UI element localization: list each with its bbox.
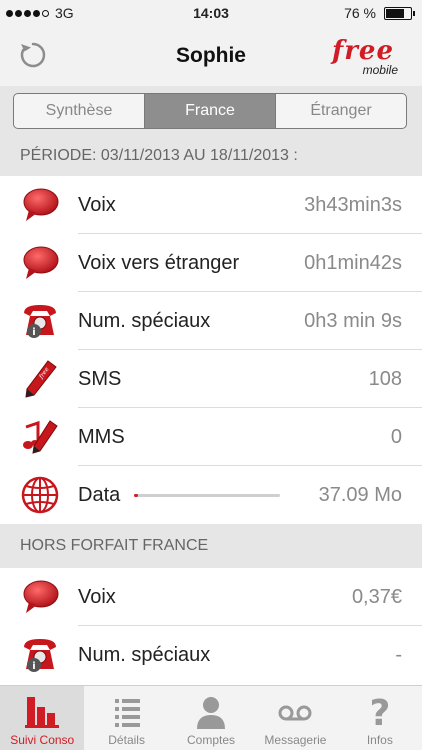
segment-etranger[interactable]: Étranger — [276, 94, 406, 128]
list-icon — [114, 699, 140, 727]
free-mobile-logo: free mobile — [318, 36, 398, 77]
usage-label: SMS — [78, 367, 122, 390]
usage-label: Num. spéciaux — [78, 643, 211, 666]
usage-row-data[interactable]: Data 37.09 Mo — [0, 466, 422, 524]
usage-value: 0h3 min 9s — [304, 309, 402, 332]
tab-suivi-conso[interactable]: Suivi Conso — [0, 686, 85, 750]
usage-label: MMS — [78, 425, 125, 448]
hors-forfait-header: HORS FORFAIT FRANCE — [0, 524, 422, 568]
tab-label: Suivi Conso — [10, 733, 75, 747]
logo-free-text: free — [332, 36, 394, 66]
hors-forfait-label: HORS FORFAIT FRANCE — [20, 537, 209, 554]
segment-france[interactable]: France — [145, 94, 276, 128]
data-usage-progress-bar — [134, 493, 280, 497]
usage-label: Voix — [78, 585, 116, 608]
usage-value: 37.09 Mo — [318, 483, 402, 506]
usage-value: 0,37€ — [351, 585, 402, 608]
status-bar: 3G 14:03 76 % — [0, 0, 422, 26]
hors-forfait-row-voix[interactable]: Voix 0,37€ — [0, 568, 422, 626]
hors-forfait-row-num-speciaux[interactable]: i Num. spéciaux - — [0, 626, 422, 684]
usage-value: 0h1min42s — [304, 251, 402, 274]
music-note-pen-icon — [23, 420, 58, 454]
usage-row-voix[interactable]: Voix 3h43min3s — [0, 176, 422, 234]
tab-details[interactable]: Détails — [84, 686, 168, 750]
usage-value: 3h43min3s — [304, 193, 402, 216]
usage-label: Voix — [78, 193, 116, 216]
usage-row-mms[interactable]: MMS 0 — [0, 408, 422, 466]
battery-percent: 76 % — [344, 5, 376, 21]
svg-text:?: ? — [369, 693, 390, 729]
pen-icon: free — [25, 360, 57, 398]
segment-bar: Synthèse France Étranger — [0, 86, 422, 136]
svg-text:i: i — [32, 661, 35, 672]
usage-label: Data — [78, 483, 121, 506]
segmented-control: Synthèse France Étranger — [13, 93, 407, 129]
speech-bubble-icon — [23, 188, 59, 221]
usage-row-num-speciaux[interactable]: i Num. spéciaux 0h3 min 9s — [0, 292, 422, 350]
globe-icon — [21, 476, 59, 514]
usage-label: Voix vers étranger — [78, 251, 240, 274]
segment-synthese[interactable]: Synthèse — [14, 94, 145, 128]
question-mark-icon: ? — [369, 693, 390, 729]
tab-label: Détails — [108, 733, 145, 747]
logo-mobile-text: mobile — [362, 63, 398, 77]
battery-icon — [384, 6, 415, 20]
tab-messagerie[interactable]: Messagerie — [253, 686, 337, 750]
tab-comptes[interactable]: Comptes — [169, 686, 253, 750]
usage-value: - — [395, 643, 402, 666]
usage-label: Num. spéciaux — [78, 309, 211, 332]
bar-chart-icon — [25, 697, 60, 728]
telephone-info-icon: i — [24, 639, 56, 672]
person-icon — [197, 697, 226, 729]
usage-value: 0 — [390, 425, 402, 448]
navigation-bar: Sophie free mobile — [0, 26, 422, 86]
voicemail-icon — [278, 705, 312, 721]
usage-row-voix-etranger[interactable]: Voix vers étranger 0h1min42s — [0, 234, 422, 292]
period-label: PÉRIODE: 03/11/2013 AU 18/11/2013 : — [20, 147, 298, 164]
telephone-info-icon: i — [24, 305, 56, 338]
tab-label: Infos — [366, 733, 393, 747]
svg-text:i: i — [32, 327, 35, 338]
speech-bubble-icon — [23, 580, 59, 613]
tab-infos[interactable]: ? Infos — [338, 686, 422, 750]
usage-row-sms[interactable]: free SMS 108 — [0, 350, 422, 408]
tab-bar: Suivi Conso Détails Comptes Messagerie ?… — [0, 685, 422, 750]
period-header: PÉRIODE: 03/11/2013 AU 18/11/2013 : — [0, 136, 422, 176]
tab-label: Comptes — [187, 733, 236, 747]
speech-bubble-icon — [23, 246, 59, 279]
tab-label: Messagerie — [264, 733, 327, 747]
usage-value: 108 — [368, 367, 402, 390]
